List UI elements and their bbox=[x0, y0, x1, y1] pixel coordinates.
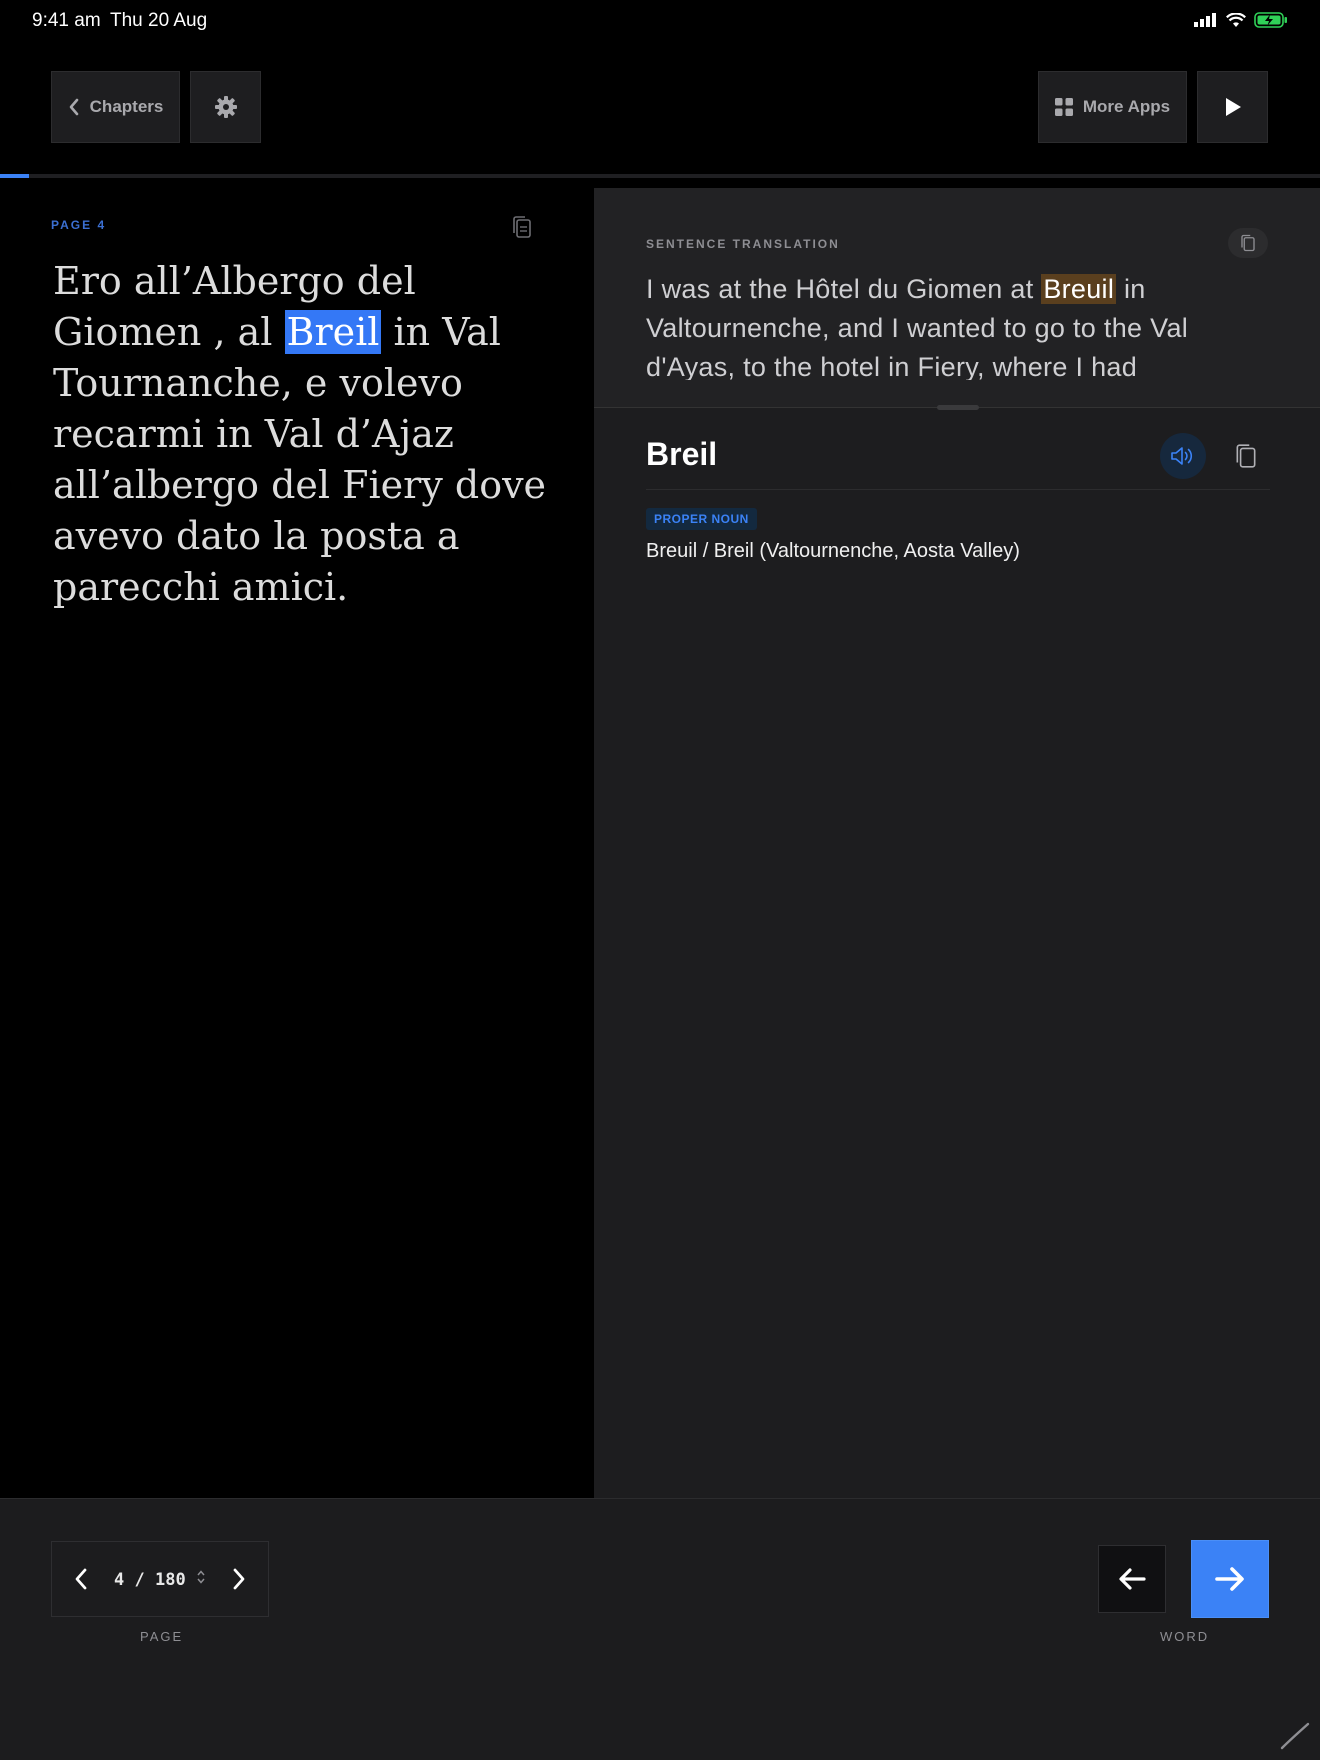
next-page-button[interactable] bbox=[210, 1542, 268, 1616]
translation-text-before: I was at the Hôtel du Giomen at bbox=[646, 274, 1042, 304]
chevron-left-icon bbox=[75, 1568, 87, 1590]
copy-source-button[interactable] bbox=[510, 214, 534, 245]
divider bbox=[646, 489, 1270, 490]
chapters-button[interactable]: Chapters bbox=[51, 71, 180, 143]
copy-icon bbox=[1241, 234, 1255, 252]
signal-icon bbox=[1194, 13, 1216, 27]
source-highlighted-word[interactable]: Breil bbox=[284, 310, 382, 354]
page-count[interactable]: 4 / 180 bbox=[110, 1569, 210, 1590]
grid-icon bbox=[1054, 98, 1073, 116]
gear-icon bbox=[214, 96, 237, 118]
translation-label: SENTENCE TRANSLATION bbox=[646, 237, 840, 251]
status-icons bbox=[1194, 12, 1288, 28]
copy-icon bbox=[1236, 444, 1256, 468]
status-date: Thu 20 Aug bbox=[110, 10, 208, 31]
settings-button[interactable] bbox=[190, 71, 261, 143]
translation-text: I was at the Hôtel du Giomen at Breuil i… bbox=[646, 270, 1276, 380]
bottom-navigation: 4 / 180 PAGE WORD bbox=[0, 1498, 1320, 1760]
chevron-left-icon bbox=[69, 98, 78, 116]
page-stepper-label: PAGE bbox=[140, 1629, 184, 1644]
arrow-right-icon bbox=[1215, 1567, 1244, 1591]
arrow-left-icon bbox=[1119, 1568, 1146, 1590]
total-pages: 180 bbox=[155, 1569, 186, 1590]
next-word-button[interactable] bbox=[1192, 1541, 1268, 1617]
pronounce-button[interactable] bbox=[1160, 433, 1206, 479]
chapters-label: Chapters bbox=[89, 97, 164, 116]
translation-panel: SENTENCE TRANSLATION I was at the Hôtel … bbox=[594, 188, 1320, 410]
status-time: 9:41 am bbox=[32, 10, 101, 31]
copy-translation-button[interactable] bbox=[1228, 228, 1268, 258]
chevron-right-icon bbox=[233, 1568, 245, 1590]
copy-word-button[interactable] bbox=[1228, 438, 1264, 474]
previous-word-button[interactable] bbox=[1098, 1545, 1166, 1613]
page-label: PAGE 4 bbox=[51, 218, 107, 232]
speaker-icon bbox=[1171, 447, 1193, 465]
play-icon bbox=[1225, 98, 1241, 116]
more-apps-label: More Apps bbox=[1082, 97, 1171, 116]
source-pane: PAGE 4 Ero all’Albergo del Giomen , al B… bbox=[0, 188, 593, 1498]
definition-text: Breuil / Breil (Valtournenche, Aosta Val… bbox=[646, 540, 1020, 562]
part-of-speech-badge: PROPER NOUN bbox=[646, 508, 757, 530]
page-stepper: 4 / 180 bbox=[51, 1541, 269, 1617]
copy-icon bbox=[513, 216, 531, 238]
pencil-icon bbox=[1280, 1722, 1310, 1750]
wifi-icon bbox=[1226, 12, 1246, 27]
status-bar: 9:41 am Thu 20 Aug bbox=[0, 0, 1320, 42]
battery-charging-icon bbox=[1254, 12, 1287, 28]
chevron-updown-icon bbox=[197, 1569, 205, 1584]
source-text-after: in Val Tournanche, e volevo recarmi in V… bbox=[53, 310, 547, 609]
word-nav-label: WORD bbox=[1160, 1629, 1210, 1644]
current-page: 4 bbox=[114, 1569, 125, 1590]
previous-page-button[interactable] bbox=[52, 1542, 110, 1616]
resize-grabber[interactable] bbox=[937, 405, 979, 410]
more-apps-button[interactable]: More Apps bbox=[1038, 71, 1187, 143]
headword: Breil bbox=[646, 436, 718, 472]
dictionary-pane: SENTENCE TRANSLATION I was at the Hôtel … bbox=[594, 188, 1320, 1498]
source-sentence[interactable]: Ero all’Albergo del Giomen , al Breil in… bbox=[53, 256, 553, 613]
reading-progress-fill bbox=[0, 174, 30, 178]
page-separator: / bbox=[134, 1569, 145, 1590]
play-button[interactable] bbox=[1197, 71, 1268, 143]
reading-progress-track bbox=[0, 174, 1320, 178]
translation-highlighted-word: Breuil bbox=[1041, 274, 1117, 304]
